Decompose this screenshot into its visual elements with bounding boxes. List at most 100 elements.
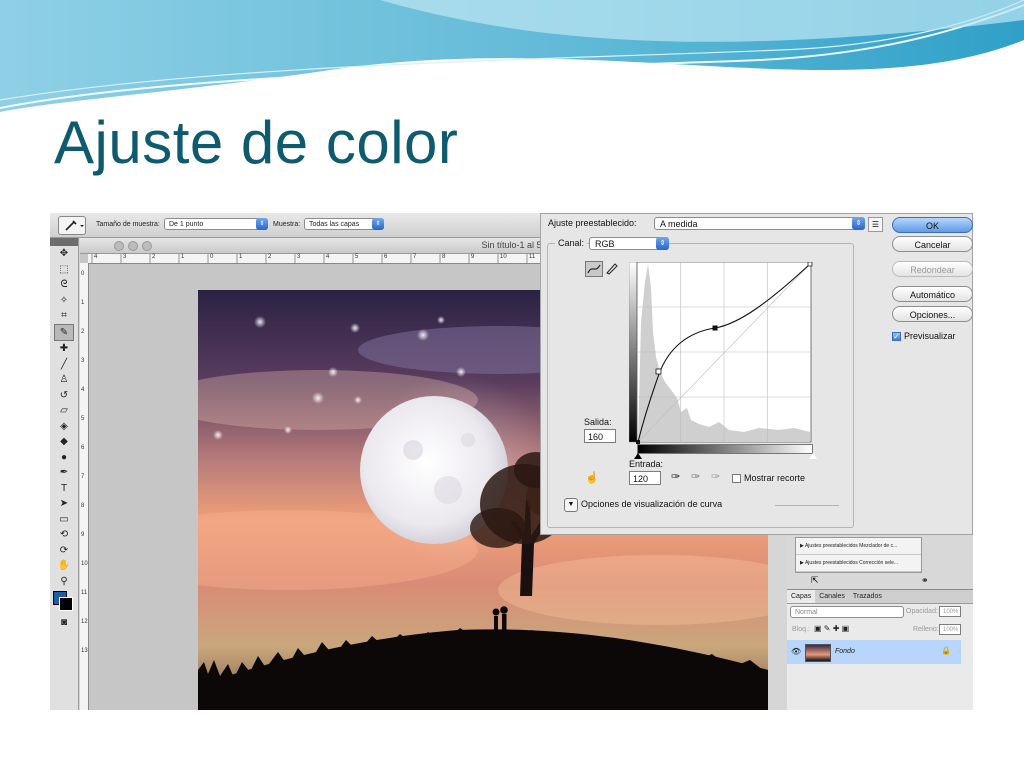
output-label: Salida: xyxy=(584,417,612,427)
gray-eyedropper-icon[interactable]: ✑ xyxy=(691,470,700,483)
ruler-label: 13 xyxy=(81,648,88,654)
pen-tool-icon[interactable]: ✒ xyxy=(50,465,78,481)
cancel-button[interactable]: Cancelar xyxy=(892,236,973,252)
ok-button[interactable]: OK xyxy=(892,217,973,233)
on-image-adjust-icon[interactable]: ☝ xyxy=(585,471,599,484)
quick-mask-icon[interactable]: ◙ xyxy=(50,615,78,631)
history-brush-tool-icon[interactable]: ↺ xyxy=(50,388,78,404)
path-selection-tool-icon[interactable]: ➤ xyxy=(50,496,78,512)
return-to-list-icon[interactable]: ⇱ xyxy=(811,575,819,586)
white-eyedropper-icon[interactable]: ✑ xyxy=(711,470,720,483)
ruler-label: 4 xyxy=(81,387,85,393)
document-titlebar: Sin título-1 al 50% (RGB/8) xyxy=(80,238,600,254)
type-tool-icon[interactable]: T xyxy=(50,481,78,497)
smooth-button[interactable]: Redondear xyxy=(892,261,973,277)
white-point-slider[interactable] xyxy=(809,453,817,459)
tab-paths[interactable]: Trazados xyxy=(849,590,886,603)
3d-rotate-tool-icon[interactable]: ⟲ xyxy=(50,527,78,543)
window-controls xyxy=(114,241,152,251)
ruler-label: 4 xyxy=(94,254,98,260)
eyedropper-tool-preset-icon[interactable] xyxy=(58,216,86,235)
ruler-label: 8 xyxy=(442,254,446,260)
marquee-tool-icon[interactable]: ⬚ xyxy=(50,262,78,278)
blur-tool-icon[interactable]: ◆ xyxy=(50,434,78,450)
paint-bucket-tool-icon[interactable]: ◈ xyxy=(50,419,78,435)
list-item-label: Ajustes preestablecidos Corrección sele.… xyxy=(804,560,899,566)
photoshop-window: Tamaño de muestra: De 1 punto ⇕ Muestra:… xyxy=(50,213,973,710)
channel-select[interactable]: RGB ⇕ xyxy=(589,237,669,250)
eraser-tool-icon[interactable]: ▱ xyxy=(50,403,78,419)
curve-point-tool-icon[interactable] xyxy=(585,261,603,277)
ruler-label: 11 xyxy=(81,590,88,596)
preset-label: Ajuste preestablecido: xyxy=(548,218,637,228)
curve-pencil-tool-icon[interactable] xyxy=(603,261,619,275)
curves-dialog: Ajuste preestablecido: A medida ⇕ ☰ Cana… xyxy=(540,213,973,535)
input-field[interactable]: 120 xyxy=(629,471,661,485)
crop-tool-icon[interactable]: ⌗ xyxy=(50,308,78,324)
eyedropper-tool-icon[interactable]: ✎ xyxy=(54,323,74,341)
layer-row[interactable]: 👁 Fondo 🔒 xyxy=(787,640,961,664)
blend-mode-select[interactable]: Normal xyxy=(790,606,904,618)
select-arrows-icon: ⇕ xyxy=(372,218,384,230)
ruler-label: 5 xyxy=(355,254,359,260)
sample-size-value: De 1 punto xyxy=(169,221,204,228)
close-window-button[interactable] xyxy=(114,241,124,251)
black-eyedropper-icon[interactable]: ✑ xyxy=(671,470,680,483)
magic-wand-tool-icon[interactable]: ✧ xyxy=(50,293,78,309)
curves-graph[interactable] xyxy=(629,262,813,446)
minimize-window-button[interactable] xyxy=(128,241,138,251)
options-button[interactable]: Opciones... xyxy=(892,306,973,322)
healing-brush-tool-icon[interactable]: ✚ xyxy=(50,341,78,357)
preset-value: A medida xyxy=(660,219,698,229)
ruler-label: 10 xyxy=(500,254,507,260)
auto-button[interactable]: Automático xyxy=(892,286,973,302)
visibility-eye-icon[interactable]: 👁 xyxy=(791,647,801,656)
color-swatches xyxy=(50,589,78,615)
ruler-label: 7 xyxy=(413,254,417,260)
ruler-label: 1 xyxy=(181,254,185,260)
lasso-tool-icon[interactable]: ᘓ xyxy=(50,277,78,293)
ruler-label: 2 xyxy=(81,329,85,335)
preset-options-icon[interactable]: ☰ xyxy=(868,217,883,232)
preset-select[interactable]: A medida ⇕ xyxy=(654,217,865,230)
layers-panel: Capas Canales Trazados Normal Opacidad: … xyxy=(787,589,973,710)
sample-select[interactable]: Todas las capas ⇕ xyxy=(304,218,384,230)
preview-checkbox[interactable]: ✓ Previsualizar xyxy=(892,331,956,342)
hand-tool-icon[interactable]: ✋ xyxy=(50,558,78,574)
ruler-label: 10 xyxy=(81,561,88,567)
show-clipping-checkbox[interactable]: Mostrar recorte xyxy=(732,473,805,484)
slide-title: Ajuste de color xyxy=(54,109,459,176)
adjustment-clip-icon[interactable]: ⚭ xyxy=(921,575,929,586)
brush-tool-icon[interactable]: ╱ xyxy=(50,357,78,373)
opacity-field[interactable]: 100% xyxy=(939,606,961,617)
ruler-label: 5 xyxy=(81,416,85,422)
list-item[interactable]: ▶ Ajustes preestablecidos Corrección sel… xyxy=(796,555,921,572)
toolbox-header[interactable] xyxy=(50,238,78,246)
toolbox: ✥ ⬚ ᘓ ✧ ⌗ ✎ ✚ ╱ ♙ ↺ ▱ ◈ ◆ ● ✒ T ➤ ▭ ⟲ ⟳ … xyxy=(50,238,79,710)
fill-field[interactable]: 100% xyxy=(939,624,961,635)
list-item[interactable]: ▶ Ajustes preestablecidos Mezclador de c… xyxy=(796,538,921,555)
checkmark-icon: ✓ xyxy=(892,332,901,342)
preview-label: Previsualizar xyxy=(904,331,956,341)
dodge-tool-icon[interactable]: ● xyxy=(50,450,78,466)
slide-header-wave xyxy=(0,0,1024,112)
channel-label: Canal: xyxy=(555,238,588,248)
tab-layers[interactable]: Capas xyxy=(787,590,816,603)
zoom-window-button[interactable] xyxy=(142,241,152,251)
lock-icons[interactable]: ▣ ✎ ✚ ▣ xyxy=(814,624,849,633)
clone-stamp-tool-icon[interactable]: ♙ xyxy=(50,372,78,388)
layers-panel-tabs: Capas Canales Trazados xyxy=(787,590,973,604)
ruler-label: 0 xyxy=(81,271,85,277)
list-item-label: Ajustes preestablecidos Mezclador de c..… xyxy=(804,543,898,549)
zoom-tool-icon[interactable]: ⚲ xyxy=(50,574,78,590)
ruler-label: 4 xyxy=(326,254,330,260)
3d-orbit-tool-icon[interactable]: ⟳ xyxy=(50,543,78,559)
move-tool-icon[interactable]: ✥ xyxy=(50,246,78,262)
sample-size-select[interactable]: De 1 punto ⇕ xyxy=(164,218,268,230)
output-field[interactable]: 160 xyxy=(584,429,616,443)
disclosure-triangle-icon[interactable]: ▼ xyxy=(564,498,578,512)
background-color-swatch[interactable] xyxy=(59,597,73,611)
ruler-label: 1 xyxy=(239,254,243,260)
shape-tool-icon[interactable]: ▭ xyxy=(50,512,78,528)
tab-channels[interactable]: Canales xyxy=(815,590,849,603)
